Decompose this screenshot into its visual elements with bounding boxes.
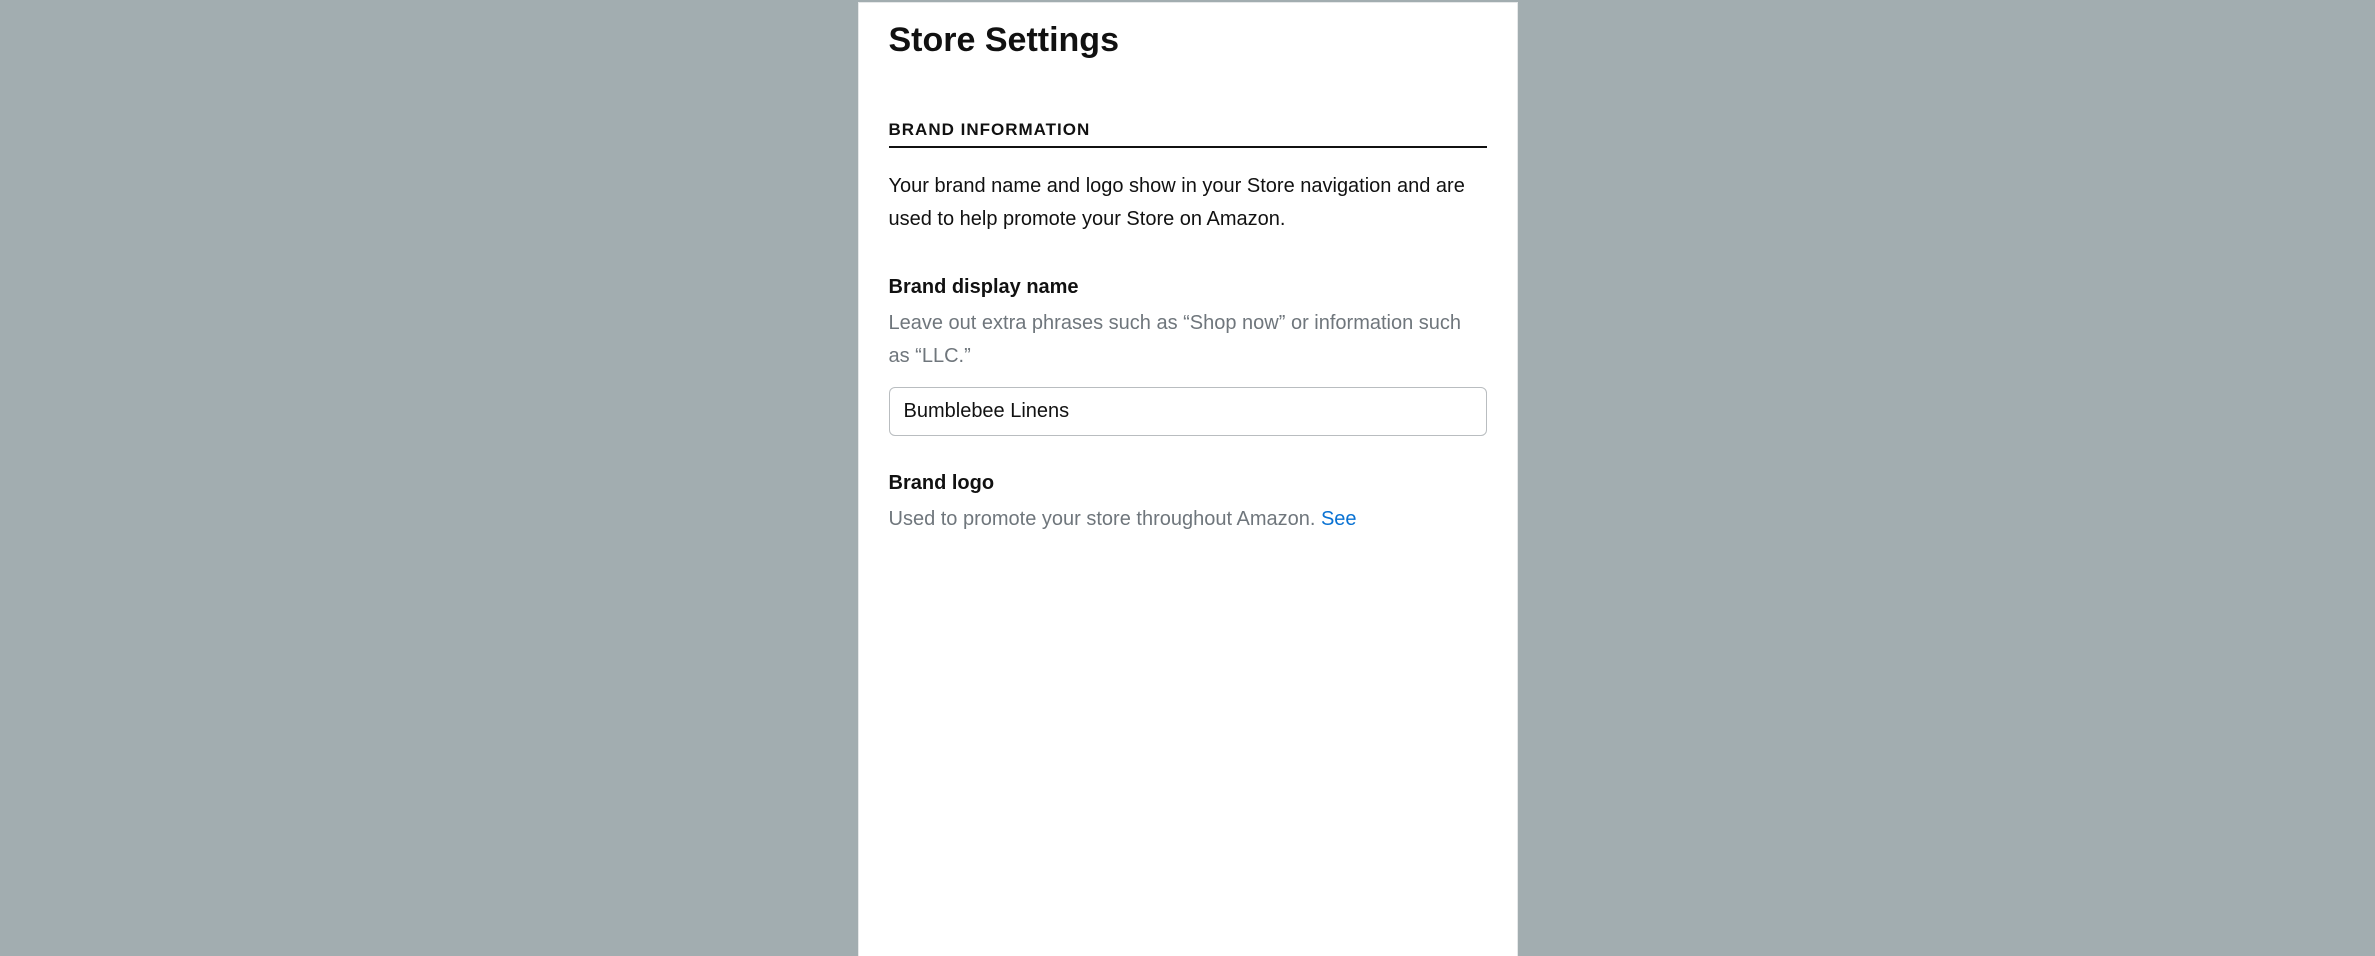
brand-logo-description: Used to promote your store throughout Am… [889, 503, 1487, 536]
brand-logo-desc-text: Used to promote your store throughout Am… [889, 508, 1321, 530]
page-title: Store Settings [889, 21, 1487, 60]
brand-information-header: BRAND INFORMATION [889, 120, 1487, 148]
brand-display-name-help: Leave out extra phrases such as “Shop no… [889, 307, 1487, 373]
store-settings-panel: Store Settings BRAND INFORMATION Your br… [858, 2, 1518, 956]
brand-display-name-label: Brand display name [889, 276, 1487, 299]
brand-logo-see-link[interactable]: See [1321, 508, 1357, 530]
brand-information-description: Your brand name and logo show in your St… [889, 170, 1487, 236]
brand-display-name-field: Brand display name Leave out extra phras… [889, 276, 1487, 436]
brand-display-name-input[interactable] [889, 387, 1487, 436]
brand-logo-field: Brand logo Used to promote your store th… [889, 472, 1487, 536]
brand-logo-label: Brand logo [889, 472, 1487, 495]
